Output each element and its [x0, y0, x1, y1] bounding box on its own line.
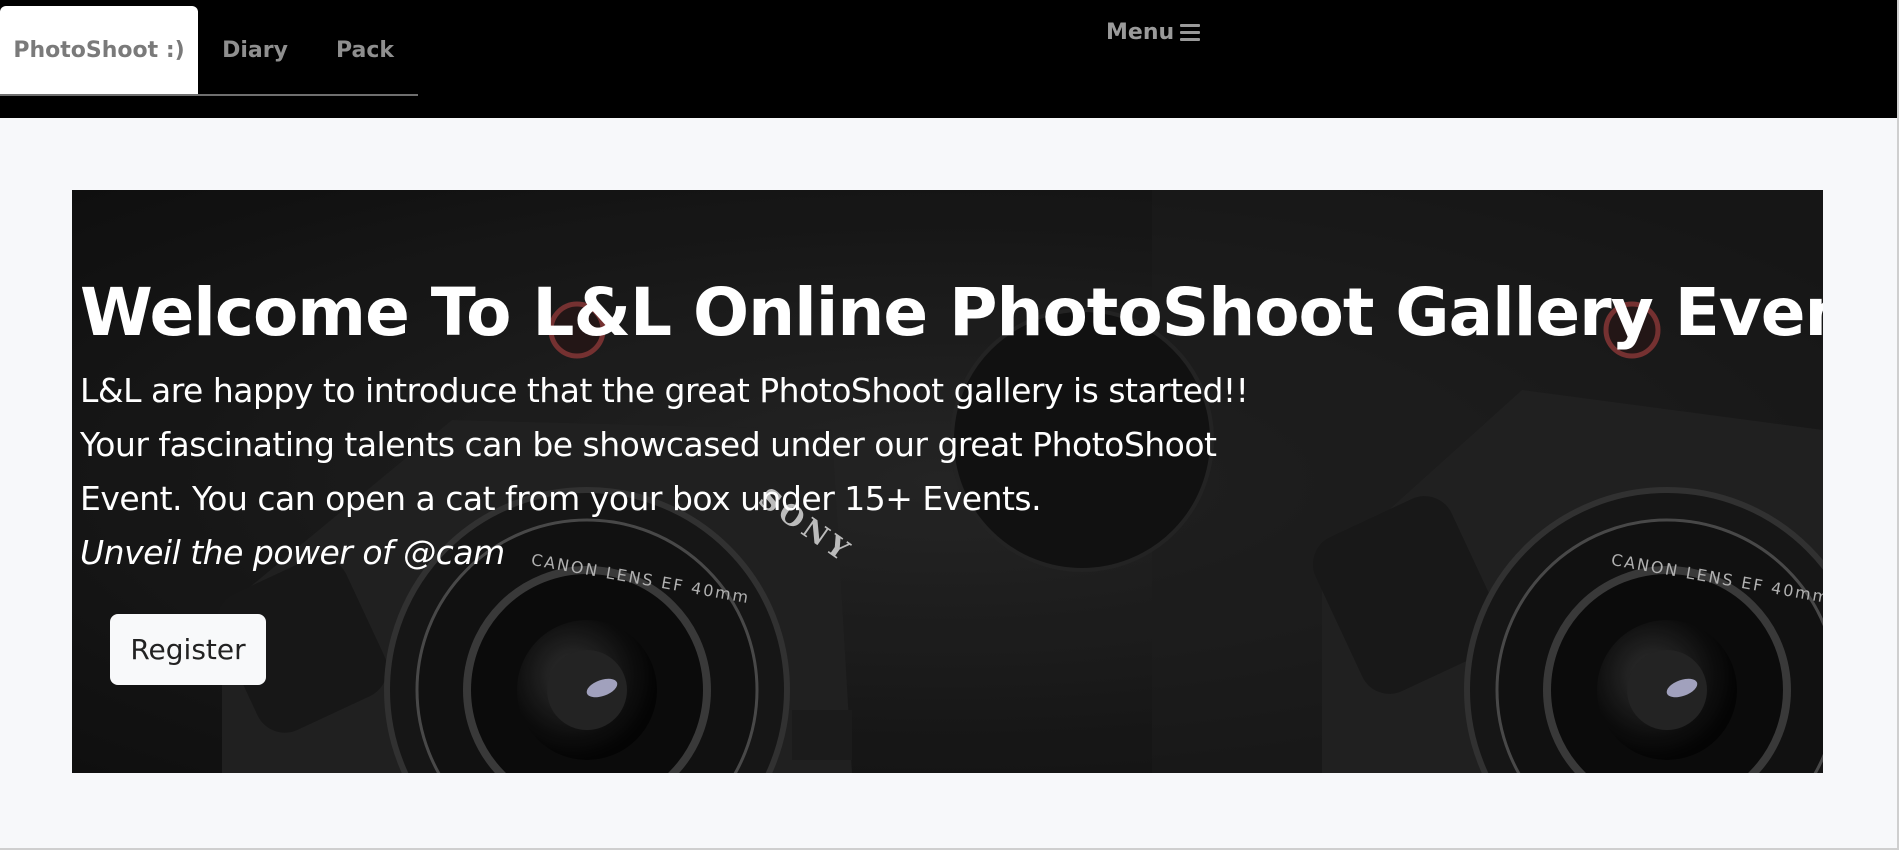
hero-text-block: Welcome To L&L Online PhotoShoot Gallery…	[80, 268, 1823, 580]
register-button[interactable]: Register	[110, 614, 266, 685]
hero-banner: CANON LENS EF 40mm SONY CANON LENS EF 40…	[72, 190, 1823, 773]
hero-description: L&L are happy to introduce that the grea…	[80, 371, 1249, 518]
hero-title: Welcome To L&L Online PhotoShoot Gallery…	[80, 274, 1823, 351]
menu-toggle-button[interactable]: Menu	[1106, 20, 1201, 45]
tab-pack[interactable]: Pack	[312, 6, 418, 94]
top-navbar: PhotoShoot :) Diary Pack Menu	[0, 0, 1897, 118]
main-content: CANON LENS EF 40mm SONY CANON LENS EF 40…	[0, 118, 1897, 848]
hamburger-icon	[1180, 24, 1201, 41]
tab-diary[interactable]: Diary	[198, 6, 312, 94]
nav-tabs: PhotoShoot :) Diary Pack	[0, 6, 418, 96]
tab-photoshoot[interactable]: PhotoShoot :)	[0, 6, 199, 94]
hero-tagline: Unveil the power of @cam	[80, 533, 505, 572]
menu-label: Menu	[1106, 20, 1175, 45]
browser-viewport: PhotoShoot :) Diary Pack Menu CANON LENS…	[0, 0, 1899, 850]
